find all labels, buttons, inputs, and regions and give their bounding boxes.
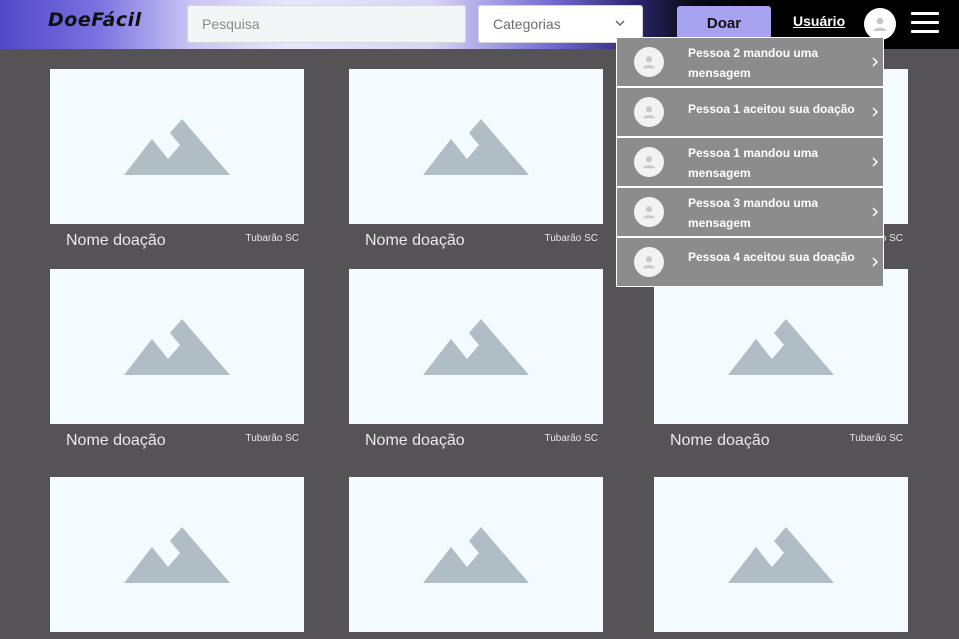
donation-location: Tubarão SC	[544, 433, 598, 444]
user-icon	[643, 156, 655, 169]
image-placeholder-icon	[423, 119, 529, 175]
user-icon	[643, 206, 655, 219]
notification-item[interactable]: Pessoa 3 mandou uma mensagem	[617, 188, 883, 236]
donation-image	[349, 477, 603, 632]
donation-image	[349, 69, 603, 224]
donation-location: Tubarão SC	[544, 233, 598, 244]
avatar	[634, 247, 664, 277]
donation-card[interactable]	[50, 477, 304, 632]
notification-text: Pessoa 3 mandou uma mensagem	[688, 196, 819, 230]
donation-title: Nome doação	[670, 432, 770, 449]
notification-text: Pessoa 1 mandou uma mensagem	[688, 146, 819, 180]
user-icon	[643, 56, 655, 69]
donation-location: Tubarão SC	[245, 433, 299, 444]
donation-card[interactable]	[349, 477, 603, 632]
donation-image	[349, 269, 603, 424]
image-placeholder-icon	[728, 527, 834, 583]
donation-card[interactable]: Nome doação Tubarão SC	[349, 69, 603, 249]
avatar	[634, 147, 664, 177]
logo[interactable]: DoeFácil	[48, 9, 142, 31]
donation-card[interactable]: Nome doação Tubarão SC	[654, 269, 908, 449]
avatar	[634, 97, 664, 127]
categories-label: Categorias	[493, 16, 561, 32]
donation-image	[50, 69, 304, 224]
image-placeholder-icon	[124, 527, 230, 583]
notification-text: Pessoa 2 mandou uma mensagem	[688, 46, 819, 80]
donation-card[interactable]: Nome doação Tubarão SC	[349, 269, 603, 449]
image-placeholder-icon	[728, 319, 834, 375]
user-avatar[interactable]	[864, 8, 896, 40]
notification-item[interactable]: Pessoa 1 mandou uma mensagem	[617, 138, 883, 186]
donation-card[interactable]: Nome doação Tubarão SC	[50, 269, 304, 449]
donation-title: Nome doação	[365, 232, 465, 249]
notification-item[interactable]: Pessoa 1 aceitou sua doação	[617, 88, 883, 136]
user-icon	[873, 17, 887, 31]
image-placeholder-icon	[423, 319, 529, 375]
donate-button[interactable]: Doar	[677, 6, 771, 40]
chevron-right-icon	[872, 207, 879, 217]
chevron-right-icon	[872, 57, 879, 67]
notification-text: Pessoa 1 aceitou sua doação	[688, 102, 855, 116]
donation-card[interactable]: Nome doação Tubarão SC	[50, 69, 304, 249]
donation-image	[654, 269, 908, 424]
donation-location: Tubarão SC	[849, 433, 903, 444]
user-icon	[643, 256, 655, 269]
image-placeholder-icon	[423, 527, 529, 583]
avatar	[634, 47, 664, 77]
image-placeholder-icon	[124, 319, 230, 375]
donation-location: Tubarão SC	[245, 233, 299, 244]
chevron-right-icon	[872, 257, 879, 267]
hamburger-menu-icon[interactable]	[911, 12, 939, 34]
notification-text: Pessoa 4 aceitou sua doação	[688, 250, 855, 264]
donation-card[interactable]	[654, 477, 908, 632]
chevron-right-icon	[872, 107, 879, 117]
chevron-down-icon	[615, 20, 625, 27]
donation-image	[654, 477, 908, 632]
search-input[interactable]	[187, 5, 466, 43]
notification-item[interactable]: Pessoa 2 mandou uma mensagem	[617, 38, 883, 86]
user-icon	[643, 106, 655, 119]
notification-item[interactable]: Pessoa 4 aceitou sua doação	[617, 238, 883, 286]
donation-image	[50, 269, 304, 424]
notifications-dropdown: Pessoa 2 mandou uma mensagem Pessoa 1 ac…	[616, 37, 884, 287]
user-link[interactable]: Usuário	[793, 13, 845, 29]
donation-title: Nome doação	[66, 432, 166, 449]
donation-image	[50, 477, 304, 632]
image-placeholder-icon	[124, 119, 230, 175]
avatar	[634, 197, 664, 227]
donation-title: Nome doação	[66, 232, 166, 249]
chevron-right-icon	[872, 157, 879, 167]
donation-title: Nome doação	[365, 432, 465, 449]
